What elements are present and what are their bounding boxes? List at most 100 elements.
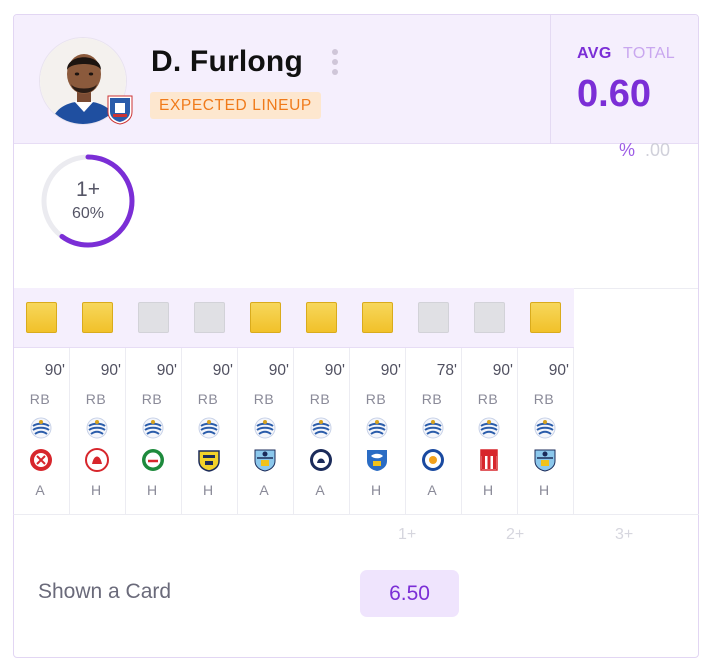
- match-position: RB: [85, 391, 107, 407]
- card-cell: [182, 288, 238, 348]
- leicester-crest-icon: [421, 448, 445, 472]
- yellow-card-icon[interactable]: [362, 302, 393, 333]
- threshold-2plus[interactable]: 2+: [506, 526, 524, 544]
- card-cell: [294, 288, 350, 348]
- threshold-1plus[interactable]: 1+: [398, 526, 416, 544]
- match-position: RB: [309, 391, 331, 407]
- lineup-status-badge: EXPECTED LINEUP: [150, 92, 321, 119]
- percent-format-toggle[interactable]: %: [619, 140, 635, 161]
- venue-label: A: [427, 482, 437, 498]
- venue-label: H: [538, 482, 550, 498]
- ipswich-crest-icon: [142, 417, 164, 439]
- match-position: RB: [141, 391, 163, 407]
- minutes-played: 90': [492, 362, 513, 379]
- match-column: 90' RB A: [14, 288, 70, 515]
- no-card-icon[interactable]: [418, 302, 449, 333]
- minutes-played: 90': [268, 362, 289, 379]
- no-card-icon[interactable]: [194, 302, 225, 333]
- card-cell: [406, 288, 462, 348]
- match-column: 90' RB H: [182, 288, 238, 515]
- yellow-card-icon[interactable]: [26, 302, 57, 333]
- card-cell: [14, 288, 70, 348]
- odds-button[interactable]: 6.50: [360, 570, 459, 617]
- stat-panel: AVG TOTAL 0.60: [550, 15, 698, 144]
- ring-threshold-label: 1+: [76, 178, 100, 201]
- yellow-card-icon[interactable]: [530, 302, 561, 333]
- yellow-card-icon[interactable]: [306, 302, 337, 333]
- ring-percent-label: 60%: [71, 205, 105, 222]
- bristol-city-crest-icon: [85, 448, 109, 472]
- card-cell: [238, 288, 294, 348]
- match-column: 90' RB H: [70, 288, 126, 515]
- threshold-3plus[interactable]: 3+: [615, 526, 633, 544]
- match-column: 78' RB A: [406, 288, 462, 515]
- kebab-menu-icon[interactable]: [330, 49, 340, 79]
- match-history-grid: 90' RB A 90' RB H 90' RB H 90' RB H 90' RB A 90' RB A 90' R…: [13, 288, 699, 515]
- ipswich-crest-icon: [254, 417, 276, 439]
- match-position: RB: [197, 391, 219, 407]
- match-column: 90' RB H: [518, 288, 574, 515]
- sheffield-wednesday-crest-icon: [365, 448, 389, 472]
- oxford-united-crest-icon: [197, 448, 221, 472]
- match-column: 90' RB H: [350, 288, 406, 515]
- match-column: 90' RB H: [462, 288, 518, 515]
- card-cell: [350, 288, 406, 348]
- venue-label: A: [35, 482, 45, 498]
- match-column: 90' RB A: [294, 288, 350, 515]
- match-position: RB: [365, 391, 387, 407]
- match-column: 90' RB H: [126, 288, 182, 515]
- minutes-played: 90': [156, 362, 177, 379]
- match-position: RB: [253, 391, 275, 407]
- yellow-card-icon[interactable]: [82, 302, 113, 333]
- coventry-crest-icon: [533, 448, 557, 472]
- minutes-played: 90': [212, 362, 233, 379]
- minutes-played: 90': [44, 362, 65, 379]
- ipswich-crest-icon: [30, 417, 52, 439]
- ipswich-crest-icon: [107, 95, 133, 125]
- venue-label: H: [90, 482, 102, 498]
- ipswich-crest-icon: [310, 417, 332, 439]
- coventry-crest-icon: [253, 448, 277, 472]
- ipswich-crest-icon: [478, 417, 500, 439]
- minutes-played: 90': [380, 362, 401, 379]
- minutes-played: 90': [548, 362, 569, 379]
- minutes-played: 90': [100, 362, 121, 379]
- ipswich-crest-icon: [198, 417, 220, 439]
- card-cell: [70, 288, 126, 348]
- decimal-format-toggle[interactable]: .00: [645, 140, 670, 161]
- match-position: RB: [533, 391, 555, 407]
- stoke-crest-icon: [477, 448, 501, 472]
- minutes-played: 90': [324, 362, 345, 379]
- ipswich-crest-icon: [534, 417, 556, 439]
- player-name: D. Furlong: [151, 45, 303, 78]
- match-column: 90' RB A: [238, 288, 294, 515]
- player-avatar: [39, 37, 133, 125]
- no-card-icon[interactable]: [138, 302, 169, 333]
- ipswich-crest-icon: [366, 417, 388, 439]
- total-toggle[interactable]: TOTAL: [623, 45, 675, 63]
- market-label: Shown a Card: [38, 580, 172, 603]
- sheffield-united-crest-icon: [29, 448, 53, 472]
- venue-label: H: [370, 482, 382, 498]
- match-position: RB: [477, 391, 499, 407]
- venue-label: H: [202, 482, 214, 498]
- blackburn-crest-icon: [141, 448, 165, 472]
- no-card-icon[interactable]: [474, 302, 505, 333]
- match-position: RB: [421, 391, 443, 407]
- venue-label: H: [482, 482, 494, 498]
- card-cell: [518, 288, 574, 348]
- venue-label: A: [259, 482, 269, 498]
- venue-label: A: [315, 482, 325, 498]
- yellow-card-icon[interactable]: [250, 302, 281, 333]
- stat-value: 0.60: [577, 73, 651, 115]
- avg-toggle[interactable]: AVG: [577, 45, 612, 63]
- ipswich-crest-icon: [422, 417, 444, 439]
- card-cell: [462, 288, 518, 348]
- minutes-played: 78': [436, 362, 457, 379]
- ipswich-crest-icon: [86, 417, 108, 439]
- card-cell: [126, 288, 182, 348]
- player-header: D. Furlong EXPECTED LINEUP AVG TOTAL 0.6…: [14, 15, 698, 144]
- match-position: RB: [29, 391, 51, 407]
- millwall-crest-icon: [309, 448, 333, 472]
- venue-label: H: [146, 482, 158, 498]
